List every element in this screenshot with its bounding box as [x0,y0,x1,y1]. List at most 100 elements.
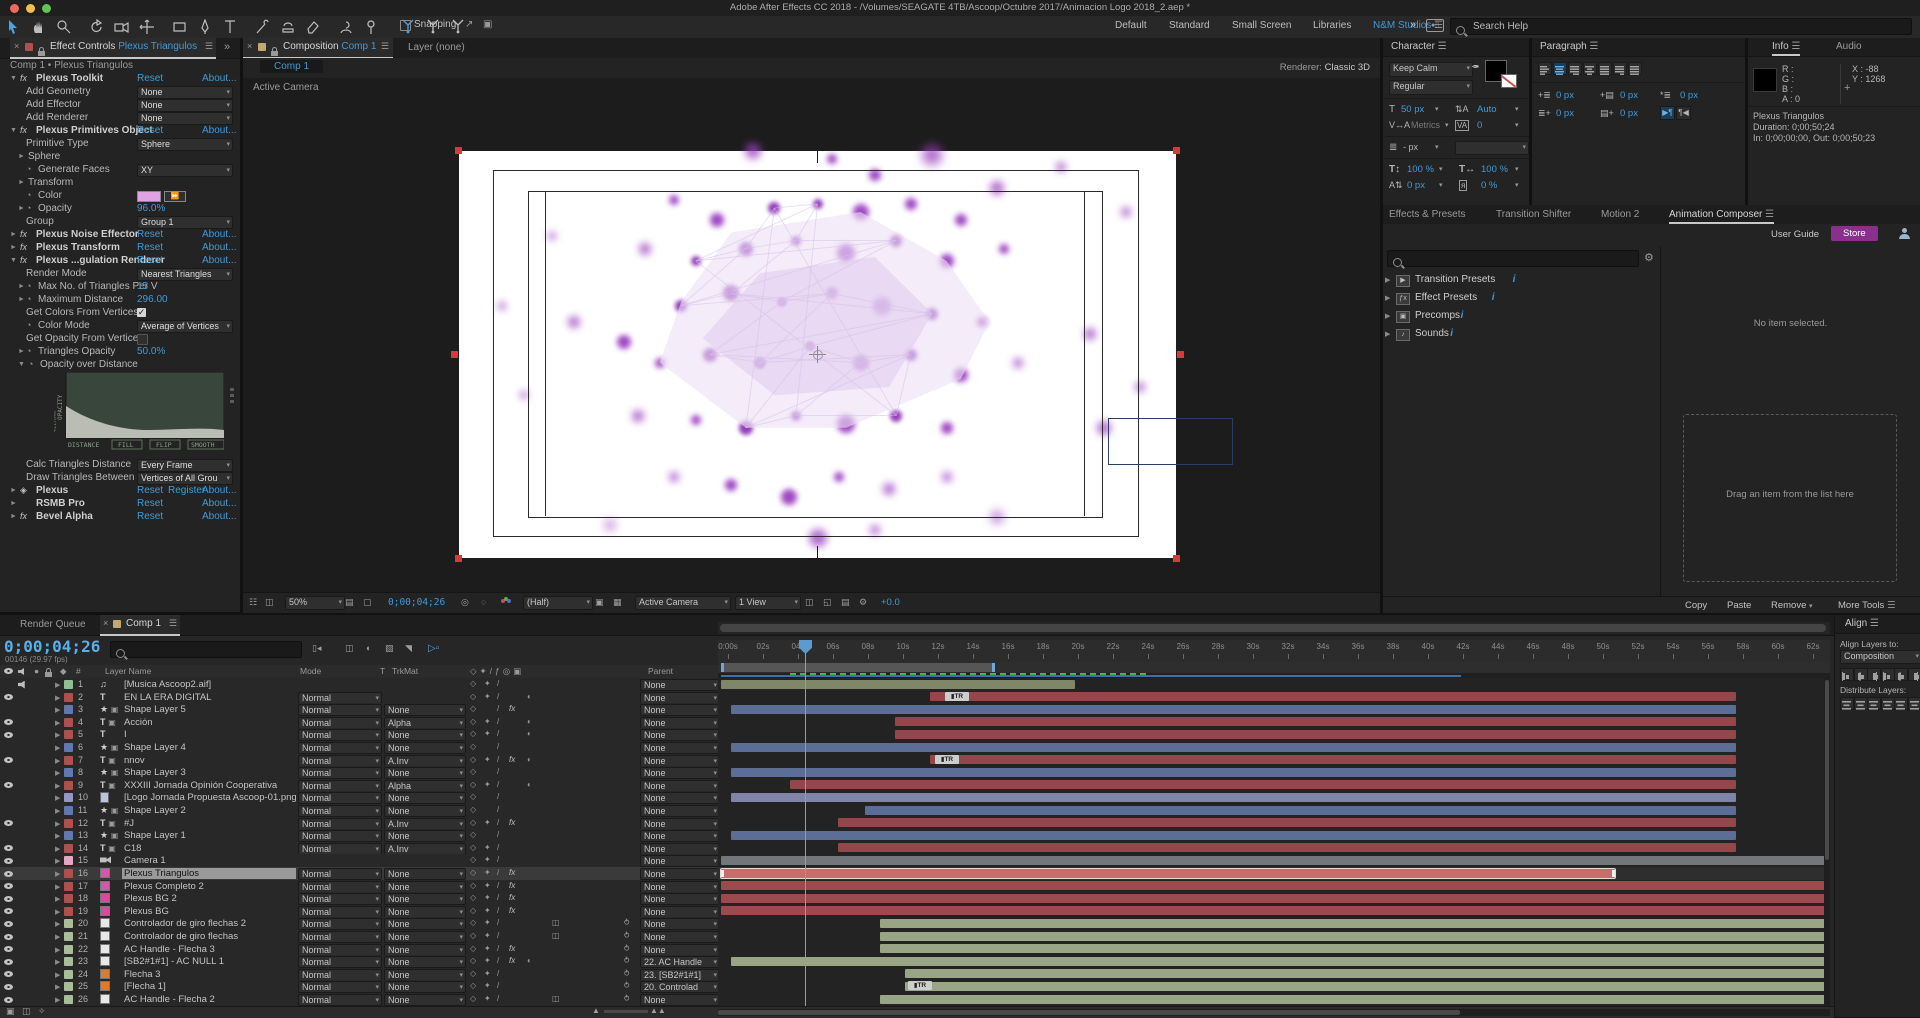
expand-icon[interactable]: ▶ [55,794,60,802]
monitor-icon[interactable]: ◫ [265,597,274,608]
layer-name[interactable]: #J [122,818,296,829]
remove-button[interactable]: Remove ▾ [1771,600,1813,611]
expand-icon[interactable]: ▶ [1385,276,1390,284]
shape-tool[interactable] [170,18,190,36]
layer-track-12[interactable] [718,817,1830,831]
quality-switch[interactable]: ◇ [470,868,476,877]
quality-slash[interactable]: / [497,855,499,864]
tab-paragraph[interactable]: Paragraph ☰ [1540,41,1598,52]
effects-switch[interactable]: ✦ [484,906,491,915]
layer-duration-bar[interactable] [731,743,1736,752]
ec-row-8[interactable]: ◔Generate FacesXY▾ [10,164,237,177]
property-value[interactable]: 96.0% [137,203,165,214]
tab-audio[interactable]: Audio [1836,41,1862,52]
quality-switch[interactable]: ◇ [470,956,476,965]
layer-row-10[interactable]: ▶10[Logo Jornada Propuesta Ascoop-01.png… [0,791,718,805]
visibility-toggle[interactable] [4,971,13,977]
visibility-toggle[interactable] [4,934,13,940]
layer-name[interactable]: Plexus Completo 2 [122,881,296,892]
quality-slash[interactable]: / [497,906,499,915]
layer-row-22[interactable]: ▶22AC Handle - Flecha 3Normal▾None▾◇✦/fx… [0,943,718,957]
reset-link[interactable]: Reset [137,242,163,253]
stopwatch-icon[interactable]: ◔ [26,294,31,304]
space-after-value[interactable]: 0 px [1620,108,1638,119]
reset-link[interactable]: Reset [137,485,163,496]
toggle-switches-modes-icon[interactable]: ▣ [6,1006,15,1017]
layer-track-16[interactable] [718,867,1830,881]
workspace-overflow-icon[interactable]: » [1410,19,1416,31]
quality-switch[interactable]: ◇ [470,742,476,751]
layer-row-18[interactable]: ▶18Plexus BG 2Normal▾None▾◇✦/fxNone▾ [0,892,718,906]
workspace-manager-icon[interactable]: ●▯ [1426,19,1444,32]
parent-pickwhip-icon[interactable]: ⥁ [624,956,629,965]
show-snapshot-icon[interactable]: ○ [481,597,486,607]
ec-row-27[interactable]: ►◈PlexusResetRegisterAbout... [10,485,237,498]
blend-mode-dropdown[interactable]: Normal▾ [298,981,382,993]
blend-mode-dropdown[interactable]: Normal▾ [298,893,382,905]
layer-track-26[interactable] [718,993,1830,1007]
trkmat-dropdown[interactable]: A.Inv▾ [384,843,466,855]
panel-menu-icon[interactable]: ☰ [381,41,389,52]
effects-switch[interactable]: ✦ [484,679,491,688]
label-color-chip[interactable] [64,806,73,815]
label-color-chip[interactable] [64,932,73,941]
reset-link[interactable]: Reset [137,511,163,522]
expand-icon[interactable]: ▶ [55,958,60,966]
distribute-button-1[interactable] [1854,697,1868,710]
layer-row-20[interactable]: ▶20Controlador de giro flechas 2Normal▾N… [0,917,718,931]
expand-icon[interactable]: ▶ [55,782,60,790]
composer-settings-icon[interactable]: ⚙ [1644,251,1654,264]
quality-slash[interactable]: / [497,742,499,751]
ec-row-1[interactable]: ▼fxPlexus ToolkitResetAbout... [10,73,237,86]
quality-slash[interactable]: / [497,818,499,827]
visibility-toggle[interactable] [4,782,13,788]
snap-angle-icon[interactable]: ↗ [465,19,473,30]
parent-dropdown[interactable]: None▾ [640,855,720,867]
expand-icon[interactable]: ► [18,283,25,290]
quality-slash[interactable]: / [497,704,499,713]
parent-dropdown[interactable]: None▾ [640,780,720,792]
label-color-chip[interactable] [64,705,73,714]
item-label[interactable]: Precomps [1415,310,1460,321]
parent-pickwhip-icon[interactable]: ⥁ [624,931,629,940]
quality-slash[interactable]: / [497,969,499,978]
ec-row-25[interactable]: Calc Triangles DistanceEvery Frame▾ [10,459,237,472]
layer-row-12[interactable]: ▶12T ▣#JNormal▾A.Inv▾◇✦/fxNone▾ [0,817,718,831]
layer-track-23[interactable] [718,955,1830,969]
layer-row-9[interactable]: ▶9T ▣XXXIII Jornada Opinión CooperativaN… [0,779,718,793]
close-icon[interactable]: × [247,41,252,51]
expand-icon[interactable]: ▶ [55,845,60,853]
expand-icon[interactable]: ► [18,179,25,186]
visibility-toggle[interactable] [4,871,13,877]
quality-slash[interactable]: / [497,679,499,688]
parent-dropdown[interactable]: None▾ [640,868,720,880]
parent-pickwhip-icon[interactable]: ⥁ [624,981,629,990]
distribute-button-2[interactable] [1867,697,1881,710]
quality-slash[interactable]: / [497,931,499,940]
draft3d-icon[interactable]: ◫ [345,643,354,654]
color-picker-icon[interactable]: ⏩ [164,191,186,202]
tab-motion-2[interactable]: Motion 2 [1601,209,1639,220]
roto-brush-tool[interactable] [336,18,356,36]
quality-slash[interactable]: / [497,918,499,927]
audio-toggle[interactable] [18,681,27,689]
ec-row-17[interactable]: ►◔Max No. of Triangles Per V15 [10,281,237,294]
visibility-toggle[interactable] [4,946,13,952]
blend-mode-dropdown[interactable]: Normal▾ [298,868,382,880]
blend-mode-dropdown[interactable]: Normal▾ [298,717,382,729]
blend-mode-dropdown[interactable]: Normal▾ [298,944,382,956]
visibility-toggle[interactable] [4,883,13,889]
layer-track-1[interactable] [718,678,1830,692]
motion-blur-switch[interactable]: ◐ [527,692,532,701]
quality-slash[interactable]: / [497,692,499,701]
parent-dropdown[interactable]: None▾ [640,729,720,741]
stopwatch-icon[interactable]: ◔ [26,190,31,200]
label-color-chip[interactable] [64,907,73,916]
comp-canvas[interactable] [459,151,1176,558]
fx-switch[interactable]: fx [509,881,515,890]
property-checkbox[interactable]: ✓ [137,308,146,317]
expand-icon[interactable]: ▶ [55,744,60,752]
layer-row-16[interactable]: ▶16Plexus TriangulosNormal▾None▾◇✦/fxNon… [0,867,718,881]
user-guide-link[interactable]: User Guide [1771,229,1819,240]
expand-icon[interactable]: ▶ [55,895,60,903]
